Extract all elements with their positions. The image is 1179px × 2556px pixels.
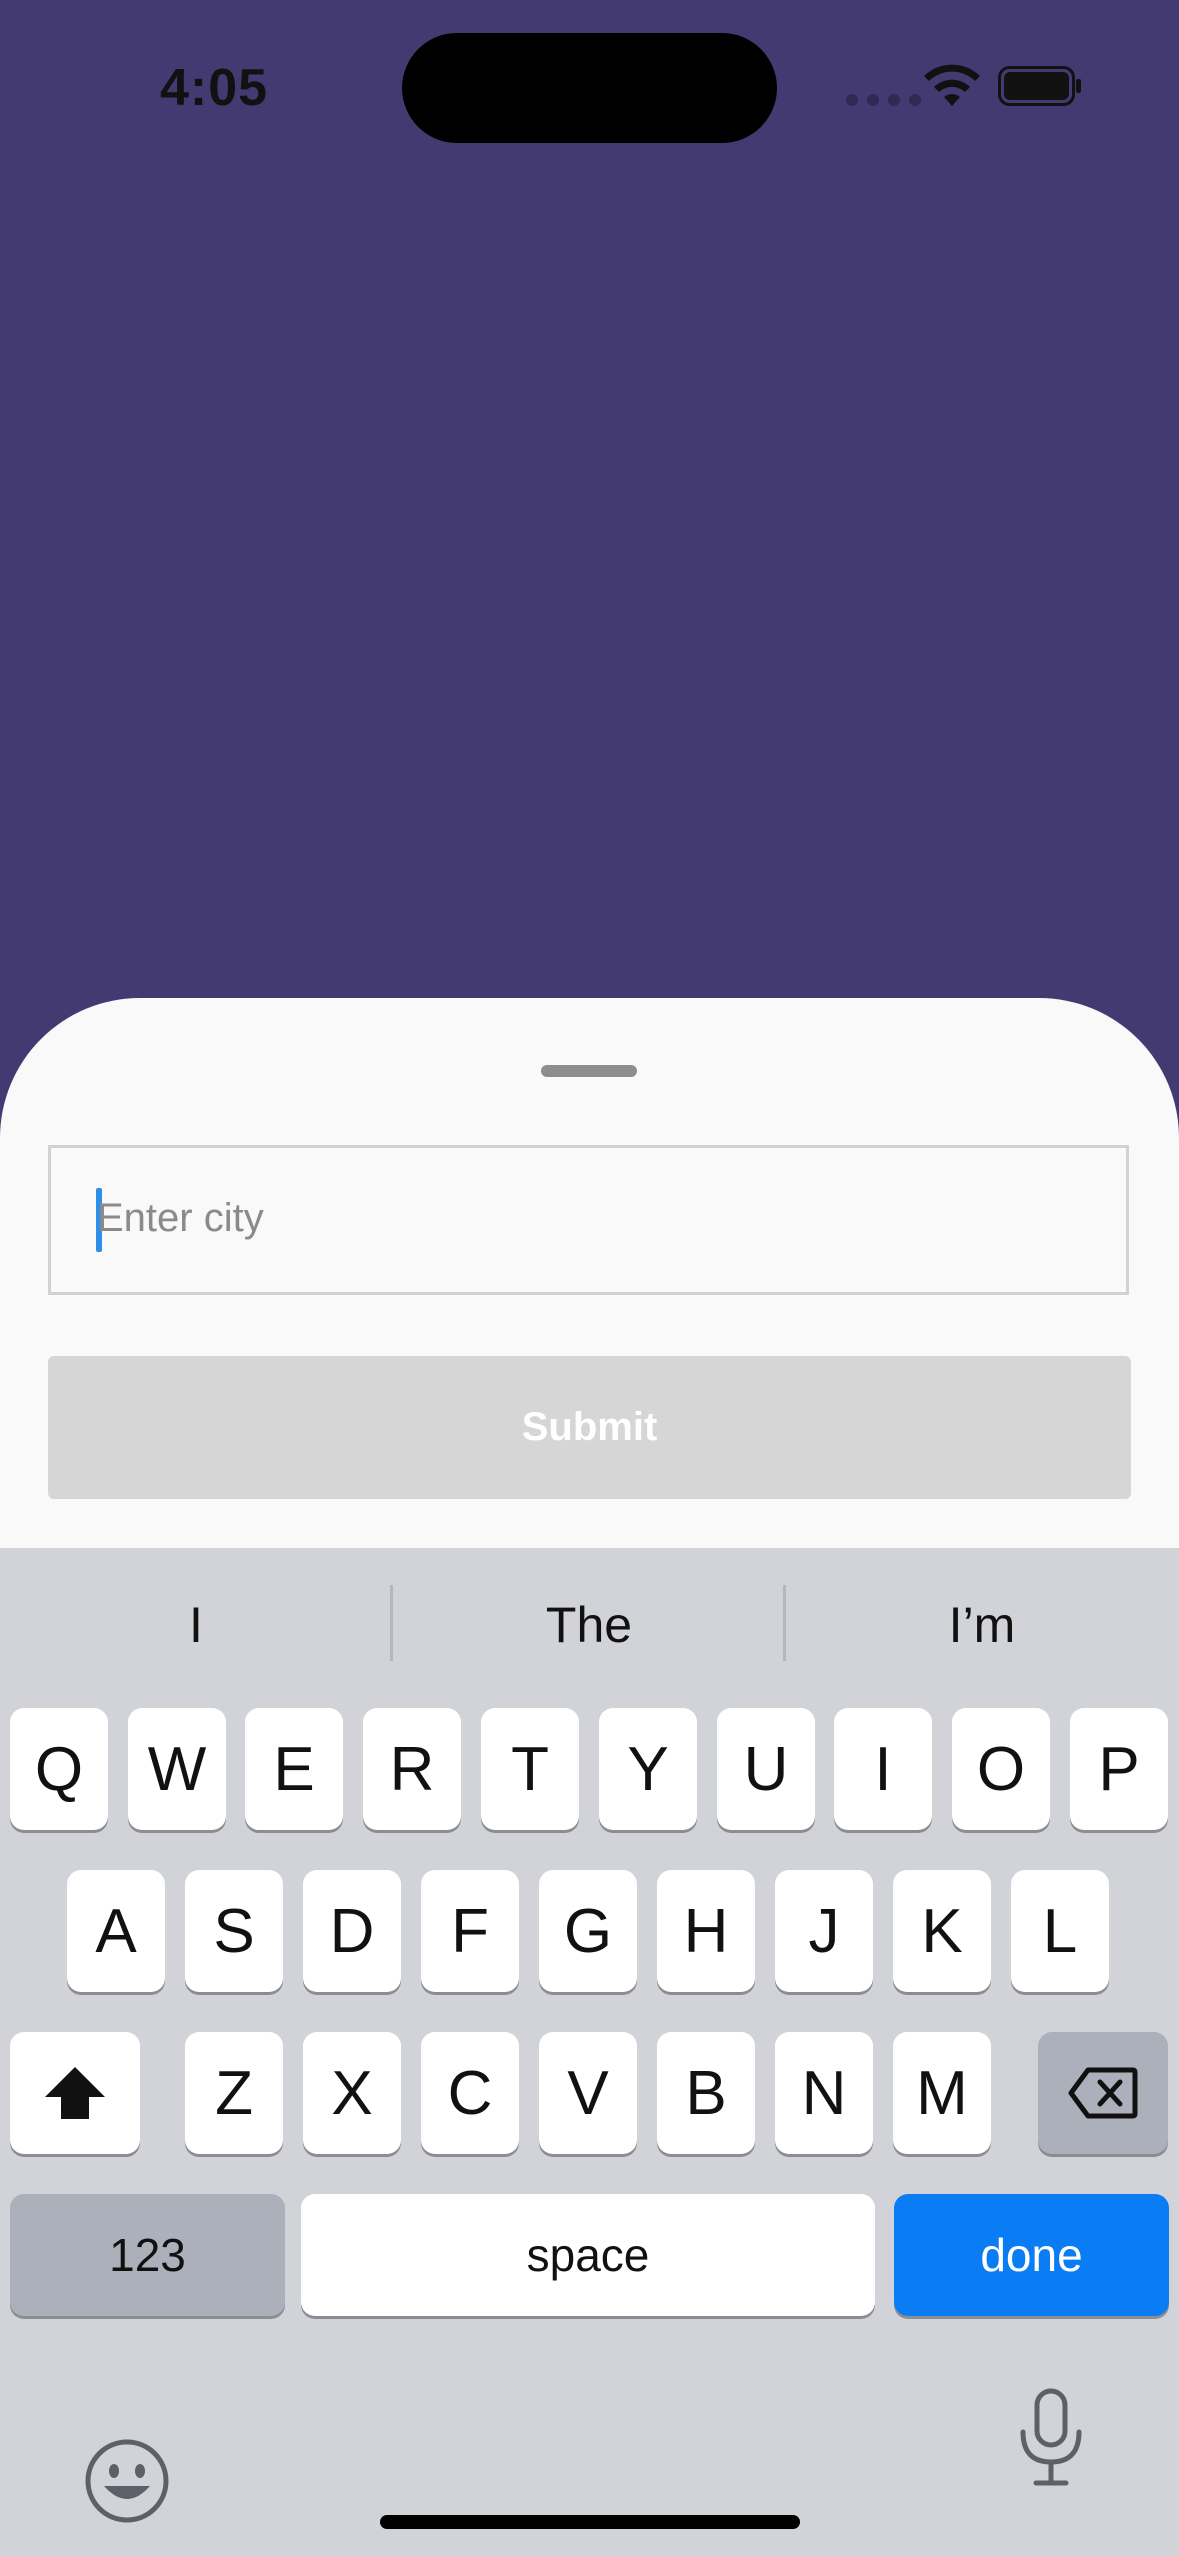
key-q[interactable]: Q — [10, 1708, 108, 1830]
key-b[interactable]: B — [657, 2032, 755, 2154]
key-k[interactable]: K — [893, 1870, 991, 1992]
city-input[interactable]: Enter city — [48, 1145, 1129, 1295]
key-r[interactable]: R — [363, 1708, 461, 1830]
delete-icon — [1068, 2067, 1138, 2119]
battery-icon — [998, 66, 1081, 106]
suggestion-2[interactable]: The — [393, 1585, 785, 1665]
numbers-key[interactable]: 123 — [10, 2194, 285, 2316]
key-m[interactable]: M — [893, 2032, 991, 2154]
key-d[interactable]: D — [303, 1870, 401, 1992]
key-g[interactable]: G — [539, 1870, 637, 1992]
suggestion-1[interactable]: I — [0, 1585, 392, 1665]
key-h[interactable]: H — [657, 1870, 755, 1992]
cellular-signal-icon — [846, 94, 921, 106]
key-e[interactable]: E — [245, 1708, 343, 1830]
key-c[interactable]: C — [421, 2032, 519, 2154]
sheet-grabber[interactable] — [541, 1065, 637, 1077]
done-key[interactable]: done — [894, 2194, 1169, 2316]
key-o[interactable]: O — [952, 1708, 1050, 1830]
dynamic-island — [402, 33, 777, 143]
key-i[interactable]: I — [834, 1708, 932, 1830]
key-u[interactable]: U — [717, 1708, 815, 1830]
status-time: 4:05 — [160, 59, 269, 117]
key-a[interactable]: A — [67, 1870, 165, 1992]
shift-key[interactable] — [10, 2032, 140, 2154]
key-s[interactable]: S — [185, 1870, 283, 1992]
key-y[interactable]: Y — [599, 1708, 697, 1830]
wifi-icon — [924, 64, 980, 106]
backspace-key[interactable] — [1038, 2032, 1168, 2154]
key-x[interactable]: X — [303, 2032, 401, 2154]
key-n[interactable]: N — [775, 2032, 873, 2154]
key-l[interactable]: L — [1011, 1870, 1109, 1992]
emoji-icon[interactable] — [84, 2438, 170, 2524]
city-input-placeholder: Enter city — [97, 1196, 264, 1240]
key-p[interactable]: P — [1070, 1708, 1168, 1830]
key-t[interactable]: T — [481, 1708, 579, 1830]
shift-icon — [45, 2067, 105, 2119]
key-f[interactable]: F — [421, 1870, 519, 1992]
home-indicator — [380, 2515, 800, 2529]
submit-button[interactable]: Submit — [48, 1356, 1131, 1499]
microphone-icon[interactable] — [1014, 2388, 1088, 2488]
suggestion-3[interactable]: I’m — [786, 1585, 1178, 1665]
space-key[interactable]: space — [301, 2194, 875, 2316]
key-v[interactable]: V — [539, 2032, 637, 2154]
key-z[interactable]: Z — [185, 2032, 283, 2154]
key-w[interactable]: W — [128, 1708, 226, 1830]
key-j[interactable]: J — [775, 1870, 873, 1992]
